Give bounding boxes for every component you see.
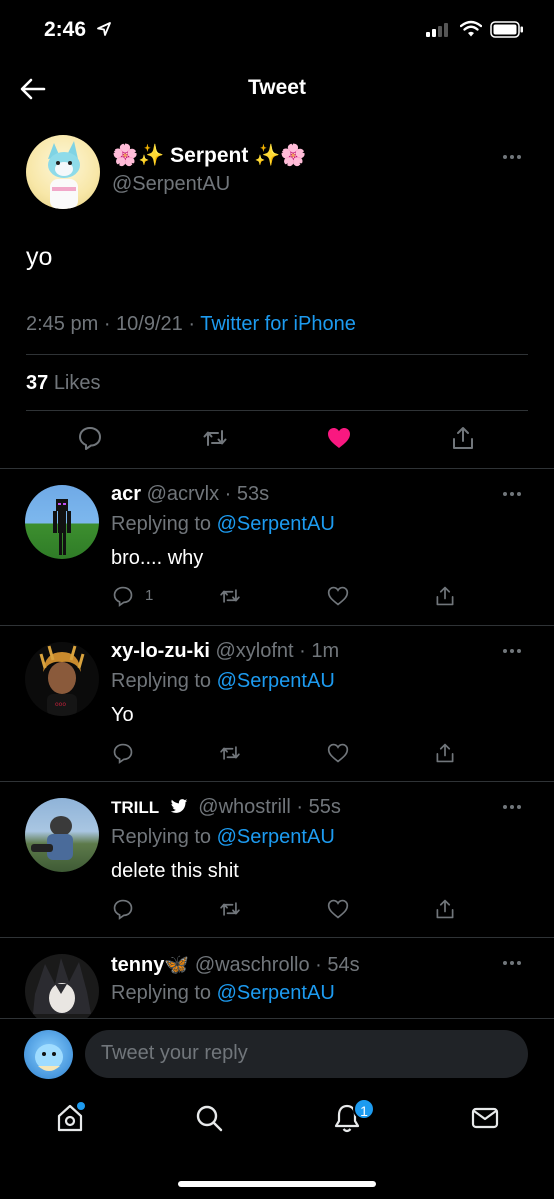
like-icon[interactable] [327,585,349,607]
share-icon[interactable] [434,585,456,607]
retweet-icon[interactable] [219,585,241,607]
replying-to-handle[interactable]: @SerpentAU [217,670,335,692]
reply-header: TRILL @whostrill · 55s [111,796,341,818]
reply-author-avatar[interactable] [25,954,99,1018]
reply-author-name[interactable]: tenny🦋 [111,954,189,976]
retweet-icon[interactable] [202,425,228,451]
home-unread-dot [77,1102,85,1110]
more-options-icon[interactable] [503,805,527,811]
replying-to-line: Replying to @SerpentAU [111,826,335,849]
reply-author-name[interactable]: TRILL [111,798,159,817]
reply-author-avatar[interactable]: ooo [25,642,99,716]
more-options-icon[interactable] [503,649,527,655]
like-icon[interactable] [327,742,349,764]
meta-separator: · [103,313,117,335]
reply-icon[interactable] [112,585,134,607]
location-arrow-icon [97,22,111,36]
reply-action-bar [0,898,554,924]
reply-tweet[interactable]: TRILL @whostrill · 55s Replying to @Serp… [0,781,554,937]
bottom-tab-bar: 1 [0,1088,554,1199]
likes-label: Likes [53,372,101,394]
replying-to-label: Replying to [111,982,212,1004]
reply-tweet[interactable]: tenny🦋 @waschrollo · 54s Replying to @Se… [0,937,554,1018]
more-options-icon[interactable] [503,492,527,498]
reply-age: 53s [236,483,270,505]
reply-icon[interactable] [112,742,134,764]
retweet-icon[interactable] [219,898,241,920]
reply-age: 54s [327,954,360,976]
share-icon[interactable] [434,742,456,764]
reply-icon[interactable] [112,898,134,920]
page-title: Tweet [248,76,306,99]
reply-tweet[interactable]: ooo xy-lo-zu-ki @xylofnt · 1m Replying t… [0,625,554,781]
reply-author-handle[interactable]: @whostrill [198,796,291,818]
my-avatar[interactable] [24,1030,73,1079]
reply-author-name[interactable]: acr [111,483,141,505]
reply-age: 1m [311,640,340,662]
search-icon[interactable] [193,1102,225,1134]
replying-to-handle[interactable]: @SerpentAU [217,513,335,535]
top-navigation-bar: Tweet [0,62,554,116]
reply-text: delete this shit [111,860,239,882]
replying-to-line: Replying to @SerpentAU [111,513,335,536]
tweet-text: yo [26,243,53,271]
notifications-badge: 1 [353,1098,375,1120]
reply-text: Yo [111,704,134,726]
reply-tweet[interactable]: acr @acrvlx · 53s Replying to @SerpentAU… [0,468,554,624]
reply-header: acr @acrvlx · 53s [111,483,270,505]
retweet-icon[interactable] [219,742,241,764]
reply-author-avatar[interactable] [25,485,99,559]
replying-to-handle[interactable]: @SerpentAU [217,826,335,848]
replying-to-line: Replying to @SerpentAU [111,982,335,1005]
status-time: 2:46 [44,18,87,41]
reply-header: xy-lo-zu-ki @xylofnt · 1m [111,640,340,662]
likes-summary[interactable]: 37 Likes [26,372,101,395]
meta-separator: · [188,313,201,335]
more-options-icon[interactable] [503,155,527,161]
reply-author-name[interactable]: xy-lo-zu-ki [111,640,210,662]
share-icon[interactable] [434,898,456,920]
divider [26,354,528,355]
reply-count: 1 [145,587,154,604]
author-display-name[interactable]: 🌸✨ Serpent ✨🌸 [112,144,306,168]
replying-to-label: Replying to [111,826,212,848]
tweet-time: 2:45 pm [26,313,99,335]
reply-author-avatar[interactable] [25,798,99,872]
reply-author-handle[interactable]: @acrvlx [147,483,220,505]
divider [26,410,528,411]
replying-to-label: Replying to [111,670,212,692]
messages-envelope-icon[interactable] [469,1102,501,1134]
home-indicator [178,1181,376,1187]
reply-input[interactable]: Tweet your reply [85,1030,528,1078]
replying-to-label: Replying to [111,513,212,535]
reply-action-bar [0,742,554,768]
author-avatar[interactable] [26,135,100,209]
twitter-bird-icon [170,799,188,813]
likes-count: 37 [26,372,49,394]
replying-to-handle[interactable]: @SerpentAU [217,982,335,1004]
wifi-icon [460,20,482,37]
reply-action-bar: 1 [0,585,554,611]
reply-icon[interactable] [77,425,103,451]
reply-author-handle[interactable]: @xylofnt [215,640,293,662]
author-handle[interactable]: @SerpentAU [112,173,230,196]
svg-text:ooo: ooo [55,701,66,708]
cellular-signal-icon [426,22,448,37]
reply-text: bro.... why [111,547,204,569]
reply-author-handle[interactable]: @waschrollo [195,954,310,976]
tweet-date: 10/9/21 [116,313,183,335]
reply-age: 55s [308,796,341,818]
tweet-metadata: 2:45 pm · 10/9/21 · Twitter for iPhone [26,313,356,336]
status-bar: 2:46 [0,0,554,60]
replying-to-line: Replying to @SerpentAU [111,670,335,693]
reply-composer: Tweet your reply [0,1018,554,1088]
tweet-source-link[interactable]: Twitter for iPhone [200,313,356,335]
reply-header: tenny🦋 @waschrollo · 54s [111,954,360,976]
share-icon[interactable] [450,425,476,451]
like-icon-filled[interactable] [326,425,352,451]
more-options-icon[interactable] [503,961,527,967]
battery-icon [490,21,523,38]
tweet-action-bar [0,425,554,455]
like-icon[interactable] [327,898,349,920]
